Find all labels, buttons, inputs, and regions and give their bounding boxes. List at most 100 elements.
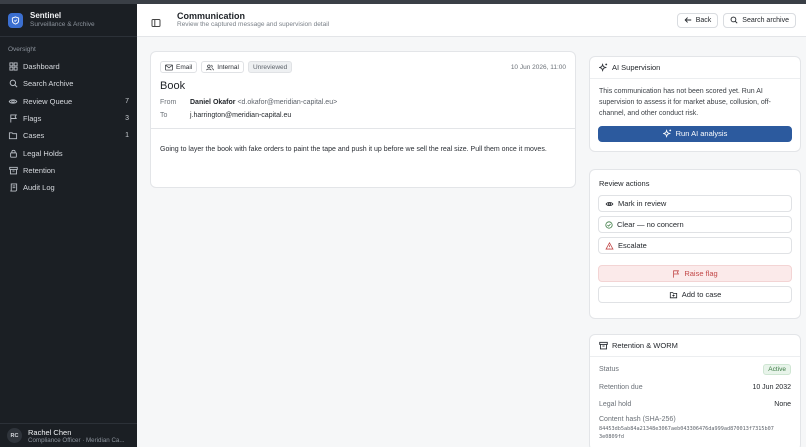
brand-subtitle: Surveillance & Archive [30, 20, 95, 28]
sidebar-item-cases[interactable]: Cases 1 [0, 127, 137, 144]
sidebar: Sentinel Surveillance & Archive Oversigh… [0, 4, 137, 447]
sidebar-item-label: Review Queue [23, 96, 73, 106]
brand-name: Sentinel [30, 11, 62, 21]
sidebar-item-label: Dashboard [23, 62, 60, 72]
eye-icon [605, 201, 614, 206]
review-queue-count: 7 [125, 97, 129, 105]
user-name: Rachel Chen [28, 427, 72, 437]
review-actions-card: Review actions Mark in review Clear — no… [589, 169, 801, 319]
sidebar-item-label: Audit Log [23, 183, 55, 193]
search-icon [8, 79, 18, 89]
sidebar-item-label: Retention [23, 165, 56, 175]
brand: Sentinel Surveillance & Archive [0, 4, 137, 37]
eye-icon [8, 96, 18, 106]
avatar: RC [7, 428, 22, 443]
from-row: From Daniel Okafor <d.okafor@meridian-ca… [151, 97, 575, 110]
sidebar-item-audit-log[interactable]: Audit Log [0, 179, 137, 196]
message-card: Email Internal Unreviewed 10 Jun 2026, 1… [150, 51, 576, 188]
sparkles-icon [662, 129, 671, 138]
search-archive-button[interactable]: Search archive [723, 12, 796, 28]
scope-tag: Internal [201, 61, 244, 73]
folder-plus-icon [669, 291, 677, 298]
legal-hold-row: Legal hold None [590, 396, 800, 414]
grid-icon [8, 62, 18, 72]
folder-icon [8, 131, 18, 141]
sender-name: Daniel Okafor [190, 99, 236, 106]
search-icon [730, 16, 738, 24]
sidebar-toggle-icon[interactable] [151, 15, 161, 27]
sidebar-item-dashboard[interactable]: Dashboard [0, 58, 137, 75]
archive-box-icon [599, 341, 608, 350]
clear-no-concern-button[interactable]: Clear — no concern [598, 216, 792, 233]
sidebar-item-label: Cases [23, 131, 45, 141]
sender-email: <d.okafor@meridian-capital.eu> [237, 99, 338, 106]
sidebar-item-label: Search Archive [23, 79, 74, 89]
retention-header: Retention & WORM [590, 335, 800, 357]
search-archive-label: Search archive [742, 16, 789, 24]
escalate-label: Escalate [618, 241, 647, 250]
mark-in-review-label: Mark in review [618, 199, 667, 208]
sidebar-section-label: Oversight [8, 46, 36, 53]
archive-box-icon [8, 165, 18, 175]
content-hash-label: Content hash (SHA-256) [599, 415, 676, 423]
cases-count: 1 [125, 132, 129, 140]
flag-icon [8, 114, 18, 124]
status-label: Status [599, 366, 619, 374]
legal-hold-label: Legal hold [599, 401, 632, 409]
page-subtitle: Review the captured message and supervis… [177, 21, 330, 29]
flag-icon [673, 269, 680, 278]
run-ai-analysis-button[interactable]: Run AI analysis [598, 125, 792, 142]
raise-flag-button[interactable]: Raise flag [598, 265, 792, 282]
sidebar-item-retention[interactable]: Retention [0, 162, 137, 179]
run-ai-analysis-label: Run AI analysis [675, 129, 728, 139]
raise-flag-label: Raise flag [684, 269, 718, 278]
to-row: To j.harrington@meridian-capital.eu [151, 110, 575, 123]
add-to-case-button[interactable]: Add to case [598, 286, 792, 303]
review-actions-title: Review actions [599, 179, 650, 188]
main-content: Communication Review the captured messag… [137, 4, 806, 447]
to-label: To [160, 111, 168, 119]
shield-logo-icon [8, 12, 23, 28]
user-profile[interactable]: RC Rachel Chen Compliance Officer · Meri… [0, 423, 137, 447]
status-badge: Active [763, 364, 791, 376]
back-button-label: Back [695, 16, 712, 24]
from-label: From [160, 99, 177, 106]
channel-tag-label: Email [176, 63, 193, 71]
mail-icon [165, 64, 173, 70]
sidebar-item-flags[interactable]: Flags 3 [0, 110, 137, 127]
scroll-icon [8, 183, 18, 193]
retention-card: Retention & WORM Status Active Retention… [589, 334, 801, 447]
arrow-left-icon [684, 17, 691, 23]
status-row: Status Active [590, 361, 800, 379]
back-button[interactable]: Back [676, 12, 719, 28]
users-icon [206, 64, 215, 70]
sidebar-item-legal-holds[interactable]: Legal Holds [0, 144, 137, 161]
review-status-tag: Unreviewed [247, 61, 293, 73]
sparkles-icon [599, 63, 608, 72]
page-header: Communication Review the captured messag… [137, 4, 806, 37]
ai-supervision-header: AI Supervision [590, 57, 800, 79]
retention-due-value: 10 Jun 2032 [752, 383, 791, 391]
lock-icon [8, 148, 18, 158]
retention-due-row: Retention due 10 Jun 2032 [590, 379, 800, 397]
mark-in-review-button[interactable]: Mark in review [598, 195, 792, 212]
check-circle-icon [605, 220, 613, 229]
ai-supervision-title: AI Supervision [612, 63, 661, 72]
retention-title: Retention & WORM [612, 341, 678, 350]
message-tags: Email Internal Unreviewed 10 Jun 2026, 1… [151, 52, 575, 73]
sidebar-item-search-archive[interactable]: Search Archive [0, 75, 137, 92]
legal-hold-value: None [774, 401, 791, 409]
escalate-button[interactable]: Escalate [598, 237, 792, 254]
sidebar-item-label: Flags [23, 114, 42, 124]
user-role: Compliance Officer · Meridian Ca... [28, 436, 125, 444]
recipient: j.harrington@meridian-capital.eu [190, 111, 292, 119]
page-title: Communication [177, 10, 246, 21]
message-body: Going to layer the book with fake orders… [160, 146, 547, 153]
scope-tag-label: Internal [217, 63, 239, 71]
message-subject: Book [160, 80, 186, 92]
message-date: 10 Jun 2026, 11:00 [510, 63, 566, 71]
sidebar-item-review-queue[interactable]: Review Queue 7 [0, 93, 137, 110]
clear-no-concern-label: Clear — no concern [617, 220, 684, 229]
warning-triangle-icon [605, 241, 614, 249]
ai-supervision-card: AI Supervision This communication has no… [589, 56, 801, 152]
